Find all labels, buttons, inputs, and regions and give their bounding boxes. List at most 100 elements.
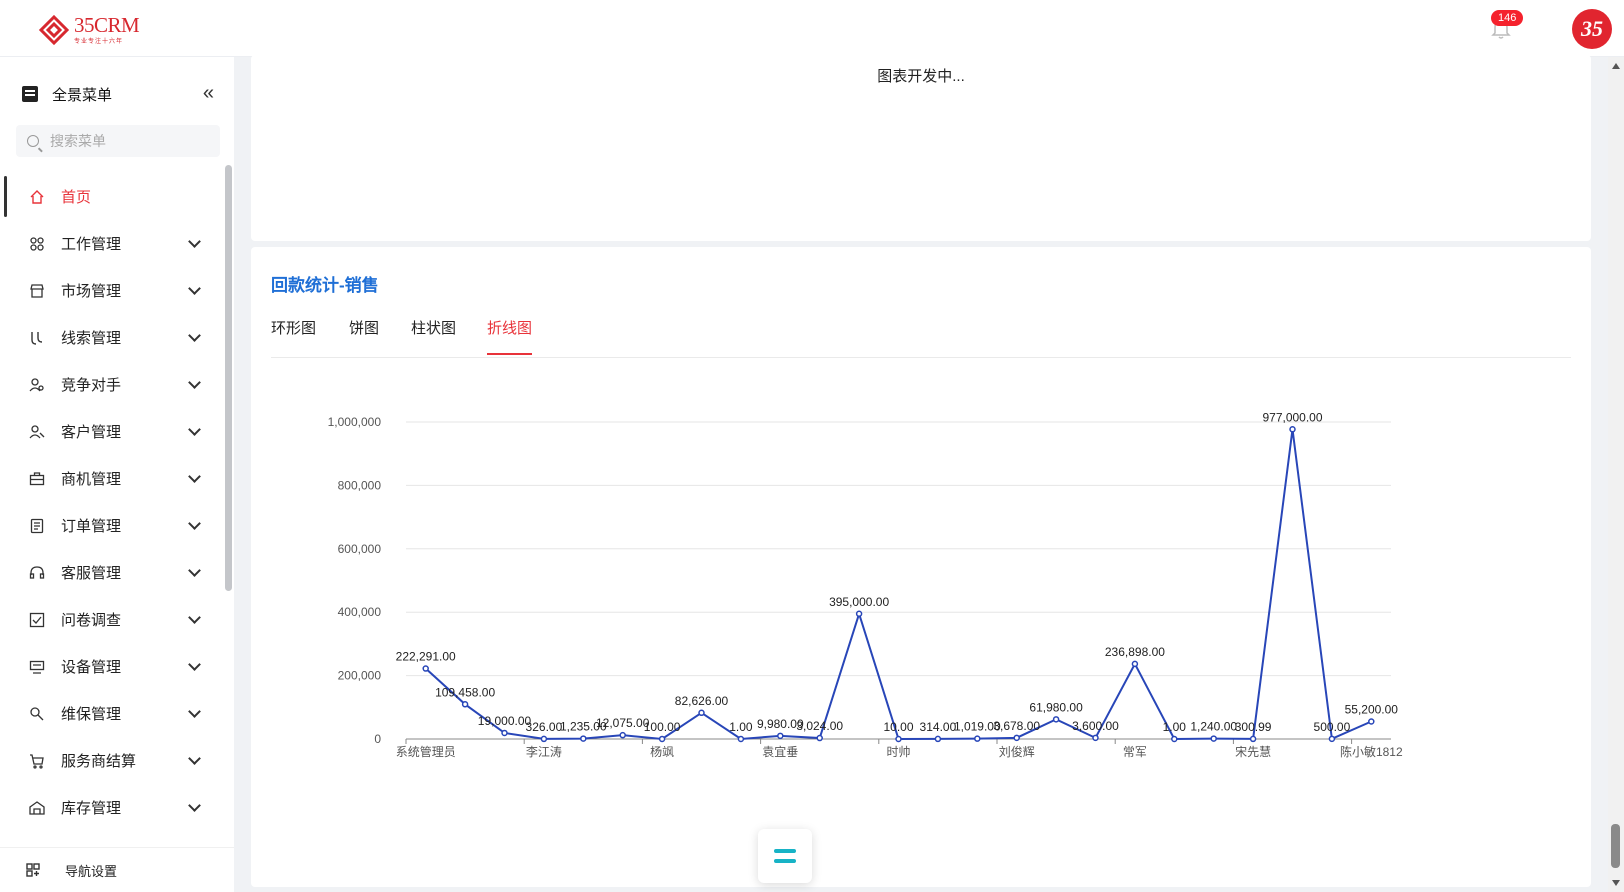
chevron-down-icon[interactable]: [188, 658, 201, 671]
sidebar-item-menu-11[interactable]: 维保管理: [0, 690, 226, 737]
sidebar-item-label: 设备管理: [61, 659, 122, 676]
x-tick-label: 常军: [1123, 745, 1147, 759]
payment-stats-card: 回款统计-销售 环形图 饼图 柱状图 折线图 0 200,000 400,000 60…: [251, 247, 1591, 887]
collapse-sidebar-icon[interactable]: «: [203, 83, 214, 103]
chevron-down-icon[interactable]: [188, 799, 201, 812]
chevron-down-icon[interactable]: [188, 423, 201, 436]
sidebar-item-label: 客服管理: [61, 565, 122, 582]
data-point: [461, 701, 469, 708]
chevron-down-icon[interactable]: [188, 517, 201, 530]
data-point: [619, 731, 626, 739]
data-label: 3,678.00: [993, 719, 1040, 733]
data-label: 326.00: [526, 720, 563, 734]
sidebar-item-label: 服务商结算: [61, 753, 137, 770]
chart-type-tabs: 环形图 饼图 柱状图 折线图: [271, 317, 1571, 358]
top-bar: 35CRM 专业专注十六年 146 35: [0, 0, 1624, 57]
data-point: [737, 735, 745, 743]
sidebar-item-label: 市场管理: [61, 283, 122, 300]
sidebar-item-menu-3[interactable]: 线索管理: [0, 314, 226, 361]
chevron-down-icon[interactable]: [188, 282, 201, 295]
data-label: 109,458.00: [435, 685, 495, 699]
data-point: [1013, 734, 1020, 742]
data-label: 55,200.00: [1345, 703, 1399, 717]
checkbox-icon: [29, 612, 45, 628]
scroll-down-icon[interactable]: [1612, 880, 1620, 886]
data-point: [1210, 735, 1217, 742]
data-point: [1052, 716, 1060, 723]
chevron-down-icon[interactable]: [188, 235, 201, 248]
nav-settings[interactable]: 导航设置: [0, 847, 234, 892]
line-chart: 0 200,000 400,000 600,000 800,000 1,000,000 系统…: [328, 410, 1403, 759]
sidebar-item-home[interactable]: 首页: [0, 173, 226, 220]
quick-menu-button[interactable]: [758, 829, 812, 883]
sidebar-item-menu-13[interactable]: 库存管理: [0, 784, 226, 831]
tab-bar-chart[interactable]: 柱状图: [411, 317, 456, 353]
data-label: 12,075.00: [596, 716, 650, 730]
sidebar-item-menu-10[interactable]: 设备管理: [0, 643, 226, 690]
scroll-thumb[interactable]: [1611, 824, 1620, 868]
menu-search[interactable]: [16, 125, 220, 157]
data-label: 19,000.00: [478, 714, 532, 728]
sidebar: 全景菜单 « 首页工作管理市场管理线索管理竞争对手客户管理商机管理订单管理客服管…: [0, 57, 234, 892]
wrench-icon: [29, 706, 45, 722]
scroll-up-icon[interactable]: [1612, 63, 1620, 69]
briefcase-icon: [29, 471, 45, 487]
data-point: [934, 735, 942, 743]
device-icon: [29, 659, 45, 675]
sidebar-item-menu-1[interactable]: 工作管理: [0, 220, 226, 267]
data-label: 314.00: [920, 720, 957, 734]
data-label: 236,898.00: [1105, 645, 1165, 659]
chevron-down-icon[interactable]: [188, 470, 201, 483]
data-point: [501, 729, 508, 737]
chevron-down-icon[interactable]: [188, 329, 201, 342]
sidebar-scrollbar[interactable]: [225, 165, 232, 591]
logo[interactable]: 35CRM 专业专注十六年: [38, 13, 140, 46]
tab-pie-chart[interactable]: 饼图: [349, 317, 379, 353]
y-tick-label: 1,000,000: [328, 415, 382, 429]
chevron-down-icon[interactable]: [188, 376, 201, 389]
grid-icon: [29, 236, 45, 252]
sidebar-item-label: 线索管理: [61, 330, 122, 347]
data-label: 3,600.00: [1072, 719, 1119, 733]
chevron-down-icon[interactable]: [188, 752, 201, 765]
page-scrollbar[interactable]: [1608, 57, 1624, 892]
x-tick-label: 李江涛: [526, 744, 562, 759]
sidebar-item-label: 竞争对手: [61, 377, 122, 394]
logo-name: 35CRM: [74, 13, 140, 37]
data-label: 3,024.00: [796, 719, 843, 733]
data-point: [974, 735, 981, 742]
sidebar-item-menu-9[interactable]: 问卷调查: [0, 596, 226, 643]
data-label: 100.00: [644, 720, 681, 734]
sidebar-item-menu-8[interactable]: 客服管理: [0, 549, 226, 596]
menu-search-input[interactable]: [48, 132, 202, 150]
data-label: 395,000.00: [829, 595, 889, 609]
tab-ring-chart[interactable]: 环形图: [271, 317, 316, 353]
data-label: 61,980.00: [1029, 700, 1083, 714]
order-icon: [29, 518, 45, 534]
avatar[interactable]: 35: [1572, 9, 1612, 49]
sidebar-item-menu-12[interactable]: 服务商结算: [0, 737, 226, 784]
chevron-down-icon[interactable]: [188, 564, 201, 577]
data-point: [1328, 735, 1336, 743]
headset-icon: [29, 565, 45, 581]
sidebar-item-label: 商机管理: [61, 471, 122, 488]
chart-dev-card: 图表开发中...: [251, 55, 1591, 241]
data-point: [855, 610, 863, 618]
notification-badge[interactable]: 146: [1491, 10, 1524, 26]
sidebar-item-menu-4[interactable]: 竞争对手: [0, 361, 226, 408]
competitor-icon: [29, 377, 45, 393]
chevron-down-icon[interactable]: [188, 611, 201, 624]
sidebar-item-menu-6[interactable]: 商机管理: [0, 455, 226, 502]
series-line: [425, 429, 1372, 741]
x-tick-label: 袁宜垂: [762, 744, 798, 759]
logo-tagline: 专业专注十六年: [74, 39, 124, 45]
data-point: [816, 734, 823, 742]
sidebar-item-menu-7[interactable]: 订单管理: [0, 502, 226, 549]
data-label: 500.00: [1314, 720, 1351, 734]
chevron-down-icon[interactable]: [188, 705, 201, 718]
sidebar-item-menu-5[interactable]: 客户管理: [0, 408, 226, 455]
data-point: [540, 735, 548, 743]
chart-dev-message: 图表开发中...: [877, 68, 965, 85]
tab-line-chart[interactable]: 折线图: [487, 317, 533, 355]
sidebar-item-menu-2[interactable]: 市场管理: [0, 267, 226, 314]
